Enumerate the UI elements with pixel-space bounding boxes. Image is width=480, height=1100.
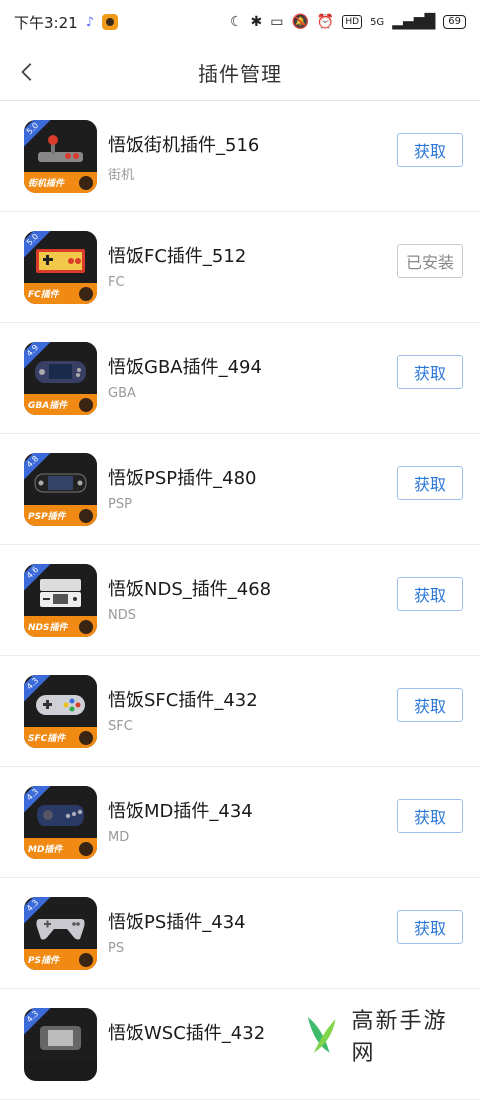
plugin-platform: MD <box>108 830 129 845</box>
icon-tag: PSP插件 <box>28 509 66 522</box>
plugin-row-nds: 4.6 NDS插件 悟饭NDS_插件_468 NDS 获取 <box>0 545 480 656</box>
watermark-logo-icon <box>300 1013 343 1057</box>
plugin-platform: SFC <box>108 719 133 734</box>
plugin-platform: PS <box>108 941 124 956</box>
icon-tag: GBA插件 <box>28 398 67 411</box>
get-button[interactable]: 获取 <box>397 910 463 944</box>
icon-tag: FC插件 <box>28 287 59 300</box>
plugin-platform: PSP <box>108 497 132 512</box>
plugin-name: 悟饭NDS_插件_468 <box>108 575 271 601</box>
psp-plugin-icon: 4.8 PSP插件 <box>24 453 97 526</box>
plugin-row-gba: 4.9 GBA插件 悟饭GBA插件_494 GBA 获取 <box>0 323 480 434</box>
back-button[interactable] <box>14 58 42 86</box>
plugin-name: 悟饭街机插件_516 <box>108 131 259 157</box>
plugin-row-sfc: 4.3 SFC插件 悟饭SFC插件_432 SFC 获取 <box>0 656 480 767</box>
wsc-plugin-icon: 4.3 <box>24 1008 97 1081</box>
get-button[interactable]: 获取 <box>397 688 463 722</box>
gba-plugin-icon: 4.9 GBA插件 <box>24 342 97 415</box>
arcade-plugin-icon: 5.0 街机插件 <box>24 120 97 193</box>
monkey-face-icon <box>79 620 93 634</box>
ps-plugin-icon: 4.3 PS插件 <box>24 897 97 970</box>
moon-icon: ☾ <box>230 14 243 30</box>
monkey-face-icon <box>79 731 93 745</box>
status-left: 下午3:21 ♪ <box>14 12 118 33</box>
mute-icon: 🔕 <box>291 14 308 30</box>
nav-bar: 插件管理 <box>0 44 480 101</box>
get-button[interactable]: 获取 <box>397 799 463 833</box>
sfc-controller-icon <box>34 689 87 719</box>
watermark-text: 高新手游网 <box>351 1003 470 1067</box>
plugin-platform: 街机 <box>108 164 134 183</box>
site-watermark: 高新手游网 <box>290 1003 470 1067</box>
page-title: 插件管理 <box>198 58 282 87</box>
get-button[interactable]: 获取 <box>397 577 463 611</box>
app-notification-icon <box>102 14 118 30</box>
wsc-console-icon <box>34 1022 87 1052</box>
status-right: ☾ ✱ ▭ 🔕 ⏰ HD 5G ▂▄▆█ 69 <box>230 14 466 30</box>
signal-icon: ▂▄▆█ <box>392 14 435 30</box>
plugin-list: 5.0 街机插件 悟饭街机插件_516 街机 获取 5.0 FC插件 <box>0 101 480 1100</box>
hd-badge: HD <box>342 15 362 29</box>
bluetooth-icon: ✱ <box>251 14 263 30</box>
monkey-face-icon <box>79 176 93 190</box>
arcade-joystick-icon <box>34 134 87 164</box>
icon-tag: 街机插件 <box>28 176 64 189</box>
get-button[interactable]: 获取 <box>397 133 463 167</box>
plugin-name: 悟饭PS插件_434 <box>108 908 246 934</box>
sfc-plugin-icon: 4.3 SFC插件 <box>24 675 97 748</box>
icon-tag: MD插件 <box>28 842 62 855</box>
vibrate-icon: ▭ <box>270 14 283 30</box>
gba-console-icon <box>34 356 87 386</box>
plugin-platform: GBA <box>108 386 136 401</box>
icon-tag: SFC插件 <box>28 731 65 744</box>
ps-controller-icon <box>34 911 87 941</box>
installed-button[interactable]: 已安装 <box>397 244 463 278</box>
get-button[interactable]: 获取 <box>397 355 463 389</box>
alarm-icon: ⏰ <box>317 14 334 30</box>
nds-console-icon <box>34 578 87 608</box>
monkey-face-icon <box>79 953 93 967</box>
monkey-face-icon <box>79 842 93 856</box>
psp-console-icon <box>34 467 87 497</box>
plugin-name: 悟饭MD插件_434 <box>108 797 253 823</box>
plugin-row-psp: 4.8 PSP插件 悟饭PSP插件_480 PSP 获取 <box>0 434 480 545</box>
plugin-name: 悟饭FC插件_512 <box>108 242 246 268</box>
icon-tag: PS插件 <box>28 953 59 966</box>
plugin-row-fc: 5.0 FC插件 悟饭FC插件_512 FC 已安装 <box>0 212 480 323</box>
status-bar: 下午3:21 ♪ ☾ ✱ ▭ 🔕 ⏰ HD 5G ▂▄▆█ 69 <box>0 0 480 44</box>
get-button[interactable]: 获取 <box>397 466 463 500</box>
plugin-platform: FC <box>108 275 125 290</box>
fc-plugin-icon: 5.0 FC插件 <box>24 231 97 304</box>
md-controller-icon <box>34 800 87 830</box>
plugin-name: 悟饭GBA插件_494 <box>108 353 262 379</box>
plugin-row-arcade: 5.0 街机插件 悟饭街机插件_516 街机 获取 <box>0 101 480 212</box>
plugin-row-ps: 4.3 PS插件 悟饭PS插件_434 PS 获取 <box>0 878 480 989</box>
plugin-name: 悟饭WSC插件_432 <box>108 1019 265 1045</box>
music-note-icon: ♪ <box>86 15 94 30</box>
plugin-name: 悟饭SFC插件_432 <box>108 686 258 712</box>
chevron-left-icon <box>17 61 39 83</box>
monkey-face-icon <box>79 509 93 523</box>
md-plugin-icon: 4.3 MD插件 <box>24 786 97 859</box>
nds-plugin-icon: 4.6 NDS插件 <box>24 564 97 637</box>
fc-controller-icon <box>34 245 87 275</box>
plugin-row-md: 4.3 MD插件 悟饭MD插件_434 MD 获取 <box>0 767 480 878</box>
plugin-name: 悟饭PSP插件_480 <box>108 464 257 490</box>
network-label: 5G <box>370 17 384 28</box>
status-time: 下午3:21 <box>14 12 78 33</box>
plugin-platform: NDS <box>108 608 136 623</box>
icon-tag: NDS插件 <box>28 620 68 633</box>
battery-icon: 69 <box>443 15 466 29</box>
monkey-face-icon <box>79 287 93 301</box>
monkey-face-icon <box>79 398 93 412</box>
